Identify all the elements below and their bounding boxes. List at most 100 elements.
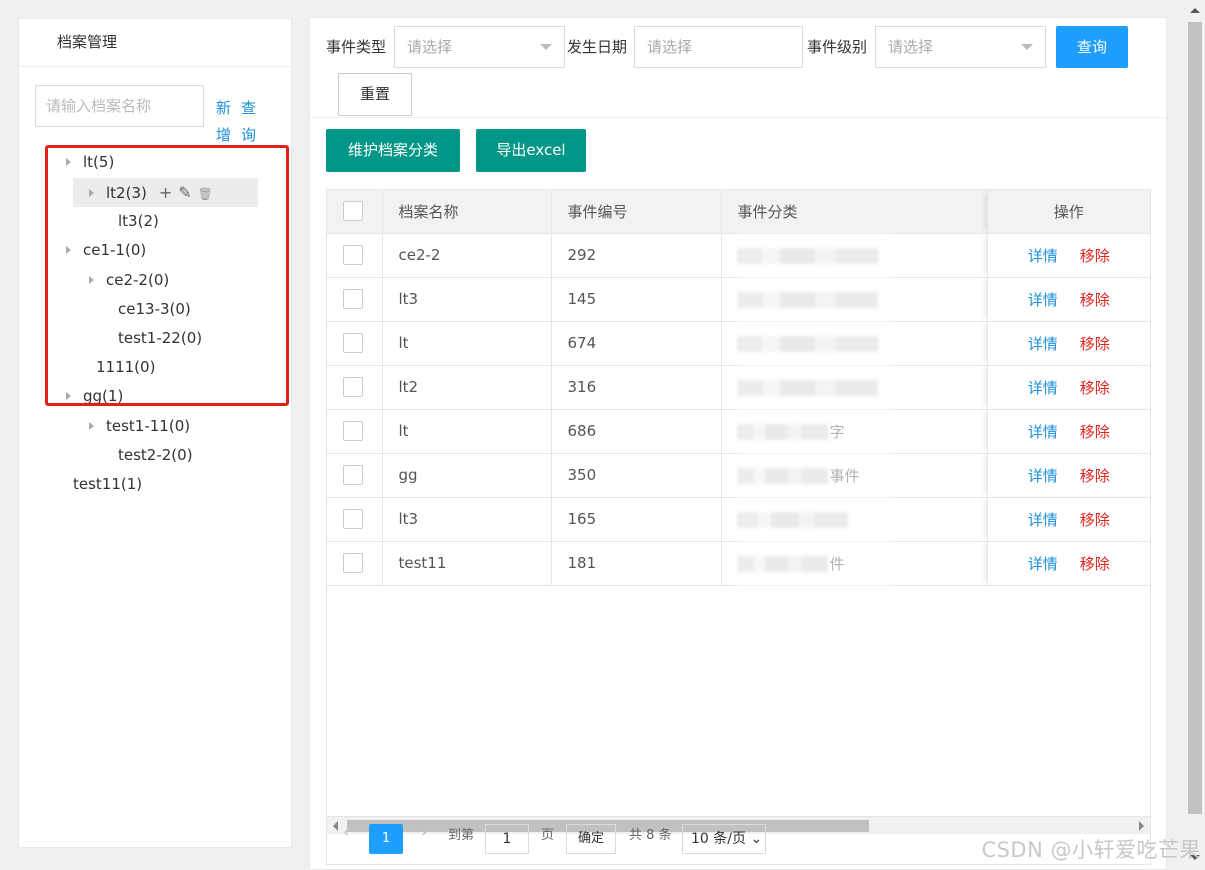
table-row[interactable]: lt3 165 详情 移除 [327,497,1150,542]
remove-link[interactable]: 移除 [1080,467,1110,485]
prev-page-icon[interactable]: ‹ [343,822,349,841]
row-checkbox[interactable] [343,245,363,265]
tree-node-label: ce2-2(0) [106,271,170,289]
remove-link[interactable]: 移除 [1080,423,1110,441]
table-row[interactable]: lt 686 字 详情 移除 [327,409,1150,454]
remove-link[interactable]: 移除 [1080,291,1110,309]
query-button[interactable]: 查询 [1056,26,1128,68]
cell-event-number: 350 [551,453,722,498]
detail-link[interactable]: 详情 [1028,511,1058,529]
tree-node[interactable]: test1-22(0) [118,324,202,353]
goto-confirm-button[interactable]: 确定 [566,824,616,854]
col-event-number[interactable]: 事件编号 [551,190,722,234]
remove-link[interactable]: 移除 [1080,335,1110,353]
edit-icon[interactable]: ✎ [178,183,191,202]
caret-right-icon[interactable] [89,276,94,284]
tree-node[interactable]: gg(1) [66,382,123,411]
page-size-select[interactable]: 10 条/页 ⌄ [682,824,766,854]
detail-link[interactable]: 详情 [1028,379,1058,397]
maintain-category-button[interactable]: 维护档案分类 [326,129,460,172]
delete-icon[interactable]: 🗑 [198,187,213,201]
scroll-up-icon[interactable] [1190,8,1200,13]
event-type-label: 事件类型 [326,38,387,56]
level-select[interactable]: 请选择 [875,26,1046,68]
cell-event-number: 181 [551,541,722,586]
table-row[interactable]: test11 181 件 详情 移除 [327,541,1150,586]
archive-search-row: 新增 查询 [35,85,285,145]
col-event-category[interactable]: 事件分类 [721,190,988,234]
detail-link[interactable]: 详情 [1028,247,1058,265]
cell-event-number: 316 [551,365,722,410]
remove-link[interactable]: 移除 [1080,555,1110,573]
tree-node[interactable]: test11(1) [73,470,142,499]
vertical-scrollbar[interactable] [1185,0,1205,870]
remove-link[interactable]: 移除 [1080,247,1110,265]
redacted-text [737,247,878,264]
event-type-placeholder: 请选择 [407,38,453,56]
row-select-cell [327,453,383,498]
caret-right-icon[interactable] [89,189,94,197]
row-select-cell [327,365,383,410]
tree-node[interactable]: lt(5) [66,148,114,177]
caret-right-icon[interactable] [66,246,71,254]
cell-event-category: 事件 [721,453,988,498]
cell-event-category [721,277,988,322]
level-placeholder: 请选择 [888,38,934,56]
cell-event-category [721,233,988,278]
next-page-icon[interactable]: › [421,822,427,841]
row-checkbox[interactable] [343,289,363,309]
tree-node[interactable]: lt3(2) [118,207,159,236]
chevron-down-icon: ⌄ [750,831,763,847]
tree-node[interactable]: ce2-2(0) [89,266,169,295]
remove-link[interactable]: 移除 [1080,511,1110,529]
add-icon[interactable]: + [159,183,172,202]
table-row[interactable]: ce2-2 292 详情 移除 [327,233,1150,278]
cell-operations: 详情 移除 [987,321,1150,366]
row-checkbox[interactable] [343,333,363,353]
goto-page-input[interactable]: 1 [485,824,529,854]
row-checkbox[interactable] [343,509,363,529]
redacted-text [737,424,828,440]
table-row[interactable]: gg 350 事件 详情 移除 [327,453,1150,498]
tree-node[interactable]: test1-11(0) [89,412,190,441]
cell-operations: 详情 移除 [987,409,1150,454]
row-checkbox[interactable] [343,421,363,441]
select-all-cell [327,190,383,234]
row-checkbox[interactable] [343,465,363,485]
table-row[interactable]: lt2 316 详情 移除 [327,365,1150,410]
table-header-row: 档案名称 事件编号 事件分类 操作 [327,190,1150,234]
table-row[interactable]: lt3 145 详情 移除 [327,277,1150,322]
tree-node[interactable]: ce13-3(0) [118,295,191,324]
caret-right-icon[interactable] [89,422,94,430]
new-archive-link[interactable]: 新增 [216,95,234,149]
export-excel-button[interactable]: 导出excel [476,129,586,172]
detail-link[interactable]: 详情 [1028,555,1058,573]
query-archive-link[interactable]: 查询 [241,95,259,149]
archive-search-input[interactable] [35,85,204,127]
date-picker[interactable]: 请选择 [634,26,803,68]
vertical-scroll-thumb[interactable] [1188,22,1202,814]
reset-button[interactable]: 重置 [338,73,412,116]
detail-link[interactable]: 详情 [1028,467,1058,485]
row-checkbox[interactable] [343,553,363,573]
table-row[interactable]: lt 674 详情 移除 [327,321,1150,366]
event-type-select[interactable]: 请选择 [394,26,565,68]
tree-node[interactable]: 1111(0) [96,353,155,382]
select-all-checkbox[interactable] [343,201,363,222]
page-1-button[interactable]: 1 [369,824,403,854]
tree-node[interactable]: ce1-1(0) [66,236,146,265]
col-archive-name[interactable]: 档案名称 [382,190,552,234]
tree-node[interactable]: lt2(3) + ✎ 🗑 [73,178,258,207]
detail-link[interactable]: 详情 [1028,335,1058,353]
caret-right-icon[interactable] [66,392,71,400]
row-checkbox[interactable] [343,377,363,397]
cell-event-category [721,365,988,410]
detail-link[interactable]: 详情 [1028,291,1058,309]
caret-right-icon[interactable] [66,158,71,166]
detail-link[interactable]: 详情 [1028,423,1058,441]
remove-link[interactable]: 移除 [1080,379,1110,397]
tree-node[interactable]: test2-2(0) [118,441,193,470]
scroll-right-icon[interactable] [1139,821,1144,831]
row-select-cell [327,321,383,366]
cell-archive-name: lt2 [382,365,552,410]
